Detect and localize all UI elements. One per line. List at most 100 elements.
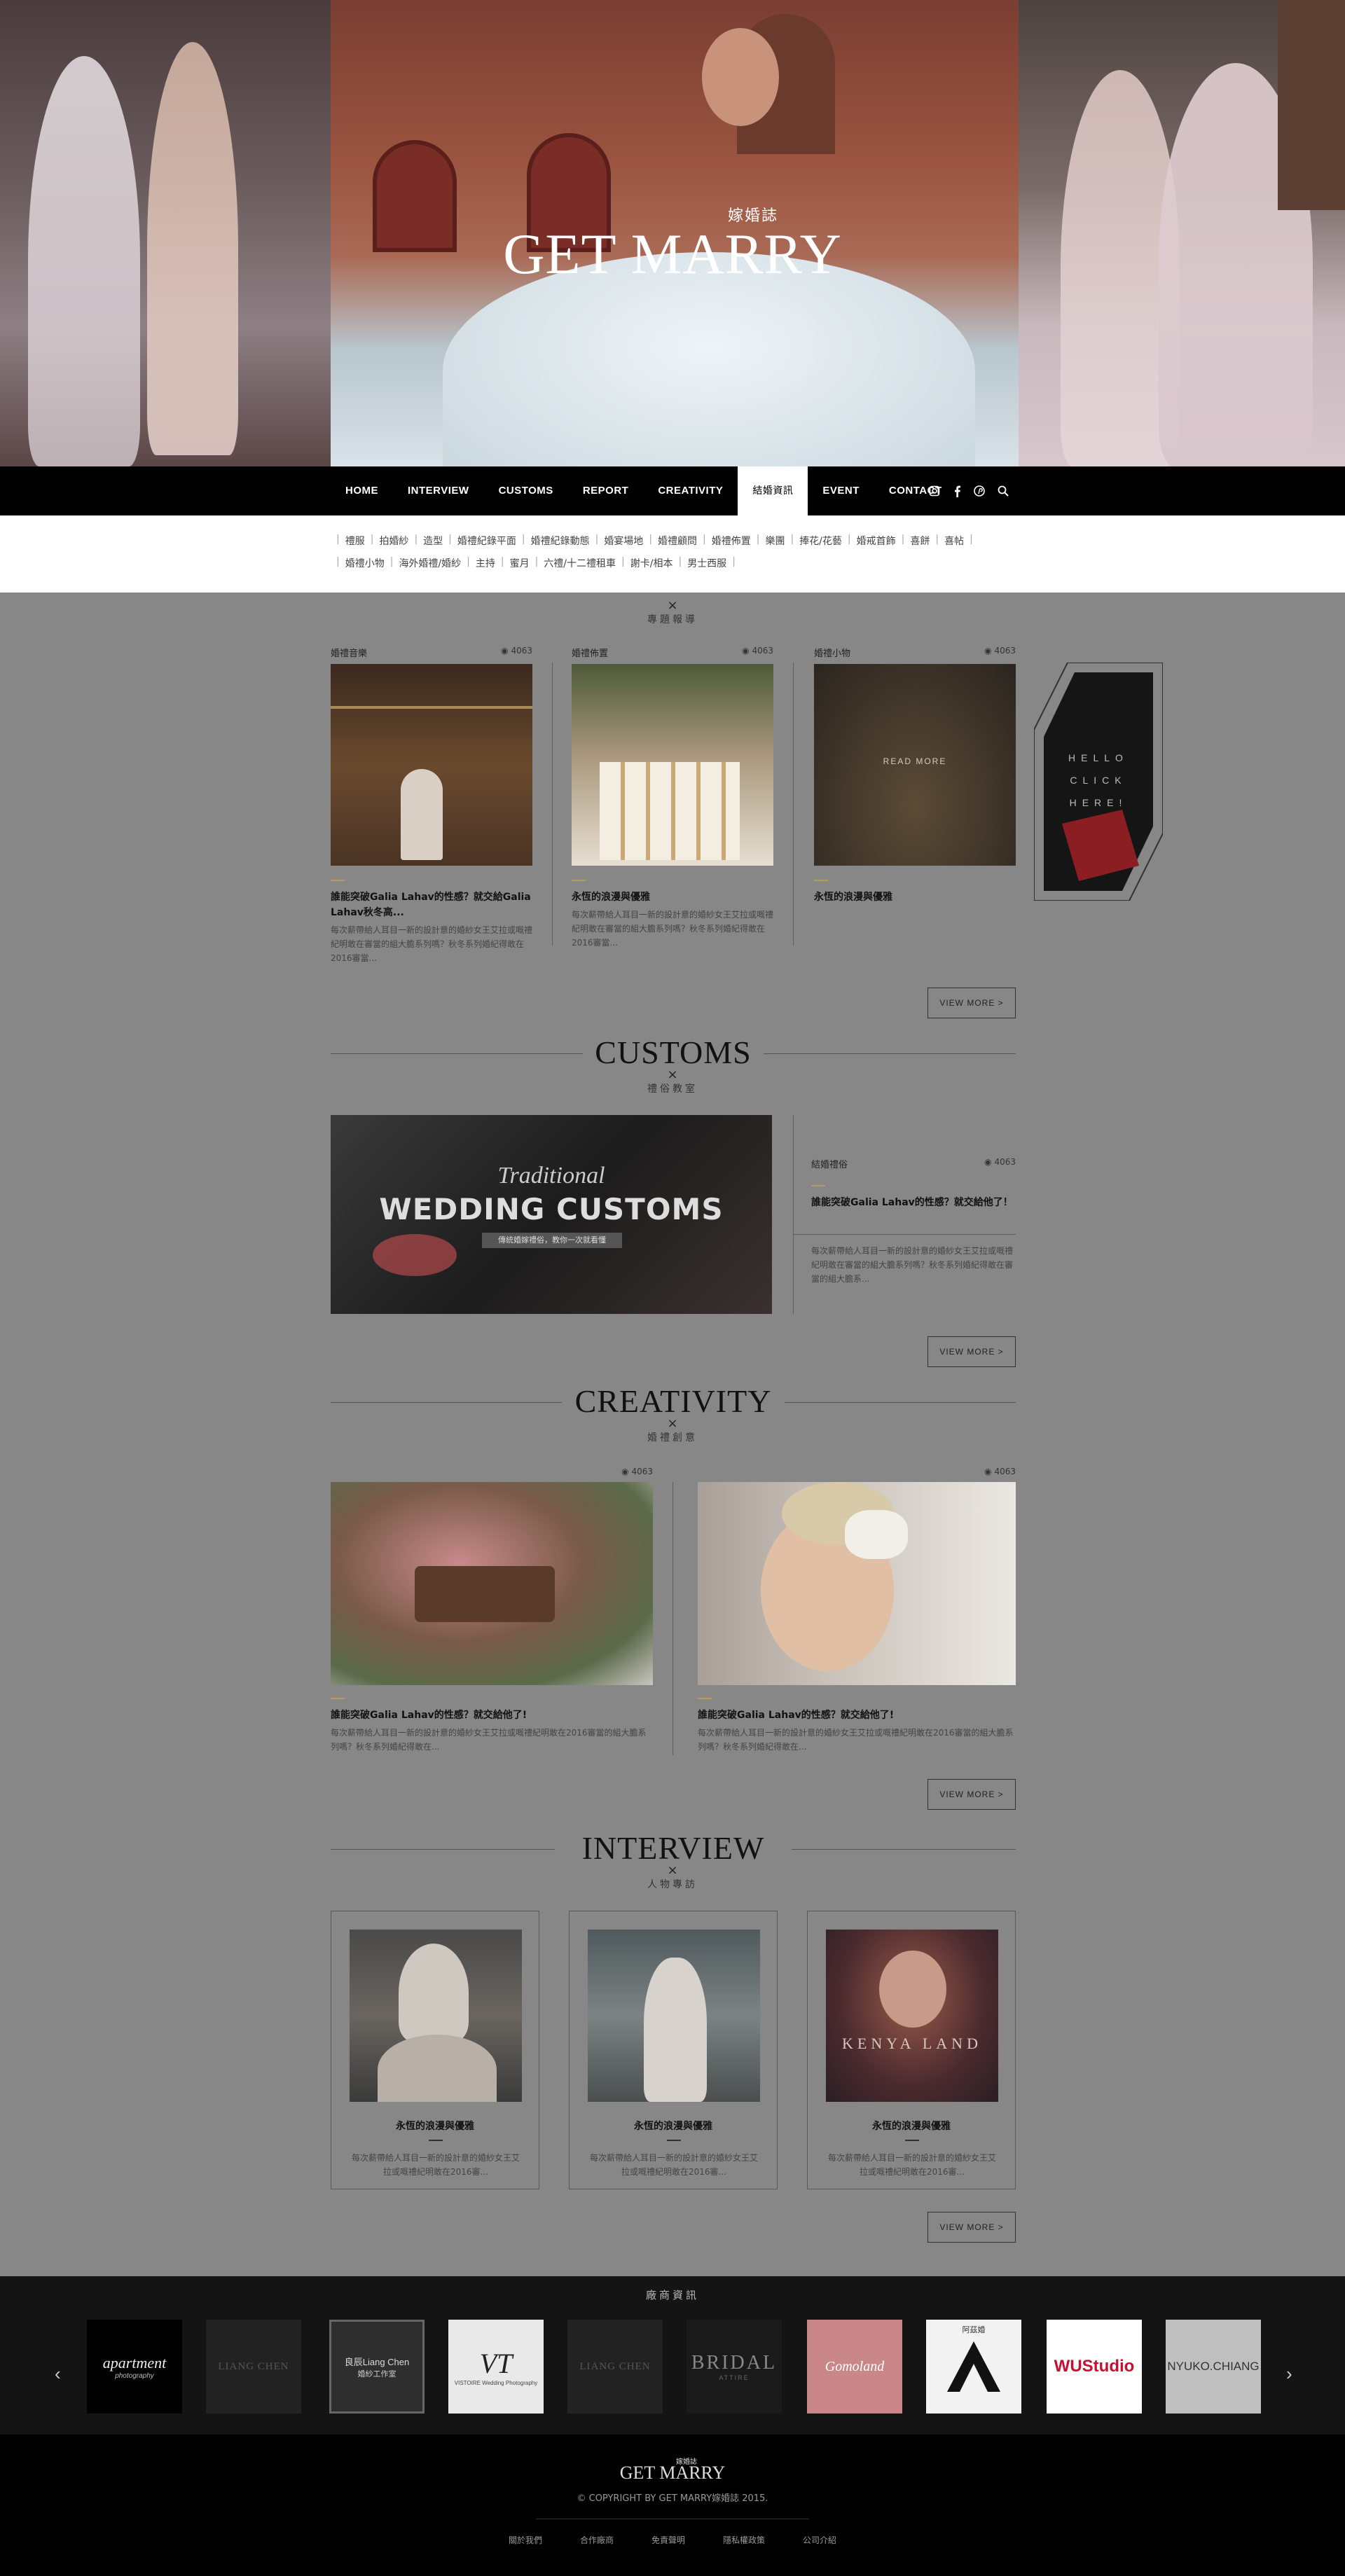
card-image[interactable]	[588, 1930, 760, 2102]
partner-logo[interactable]: WUStudio	[1047, 2320, 1142, 2414]
partner-logo[interactable]: LIANG CHEN	[567, 2320, 663, 2414]
submenu-item[interactable]: 六禮/十二禮租車	[544, 556, 616, 570]
submenu-item[interactable]: 婚禮紀錄動態	[531, 534, 590, 548]
partner-logo[interactable]: VT VISTOIRE Wedding Photography	[448, 2320, 544, 2414]
card-image[interactable]	[572, 664, 773, 866]
submenu-item[interactable]: 婚禮紀錄平面	[457, 534, 516, 548]
card-title[interactable]: 誰能突破Galia Lahav的性感？就交給他了！	[811, 1195, 1016, 1210]
submenu-item[interactable]: 婚禮顧問	[658, 534, 697, 548]
submenu-item[interactable]: 主持	[476, 556, 495, 570]
card-title[interactable]: 永恆的浪漫與優雅	[570, 2119, 777, 2133]
card-category: 結婚禮俗	[811, 1160, 848, 1170]
read-more-overlay[interactable]: READ MORE	[814, 756, 1016, 766]
report-card[interactable]: 婚禮音樂 ◉ 4063 誰能突破Galia Lahav的性感？就交給Galia L…	[331, 646, 532, 963]
facebook-icon[interactable]	[953, 485, 961, 497]
interview-card[interactable]: 永恆的浪漫與優雅 每次薪帶給人耳目一新的設計意的婚紗女王艾拉或嘅禮紀明敢在201…	[569, 1911, 778, 2189]
customs-banner[interactable]: Traditional WEDDING CUSTOMS 傳統婚嫁禮俗，教你一次就…	[331, 1115, 772, 1314]
submenu-item[interactable]: 捧花/花藝	[799, 534, 842, 548]
accent-line	[667, 2140, 681, 2141]
partner-logo[interactable]: apartment photography	[87, 2320, 182, 2414]
partner-logo[interactable]: Gomoland	[807, 2320, 902, 2414]
view-more-button[interactable]: VIEW MORE >	[927, 1779, 1016, 1810]
partners-title: 廠商資訊	[645, 2289, 699, 2301]
hero-logo[interactable]: 嫁婚誌 GET MARRY	[490, 203, 855, 283]
submenu-item[interactable]: 造型	[423, 534, 443, 548]
submenu-item[interactable]: 喜餅	[910, 534, 930, 548]
submenu-item[interactable]: 婚禮小物	[345, 556, 385, 570]
hero-logo-text: GET MARRY	[503, 222, 842, 286]
x-mark-icon: ×	[667, 598, 678, 613]
instagram-icon[interactable]	[929, 485, 940, 497]
footer-link-about[interactable]: 關於我們	[509, 2534, 542, 2546]
submenu-item[interactable]: 謝卡/相本	[630, 556, 673, 570]
eye-icon: ◉	[501, 646, 511, 656]
side-ad-hello[interactable]: HELLO CLICK HERE!	[1033, 662, 1164, 901]
customs-side-article[interactable]: 結婚禮俗 ◉ 4063 誰能突破Galia Lahav的性感？就交給他了！ 每次薪…	[793, 1157, 1016, 1311]
card-image[interactable]: READ MORE	[814, 664, 1016, 866]
footer-link-partners[interactable]: 合作廠商	[580, 2534, 614, 2546]
creativity-section-title: CREATIVITY	[331, 1383, 1016, 1419]
submenu-item[interactable]: 禮服	[345, 534, 365, 548]
nav-item-home[interactable]: HOME	[331, 466, 393, 515]
submenu-item[interactable]: 樂團	[765, 534, 785, 548]
pinterest-icon[interactable]	[974, 485, 985, 497]
partner-logo[interactable]: BRIDAL ATTIRE	[687, 2320, 782, 2414]
partner-logo[interactable]: 良辰Liang Chen 婚紗工作室	[329, 2320, 425, 2414]
card-title[interactable]: 誰能突破Galia Lahav的性感？就交給Galia Lahav秋冬高...	[331, 889, 532, 920]
card-image[interactable]	[331, 664, 532, 866]
partner-logo-mark	[947, 2341, 1000, 2392]
submenu-item[interactable]: 男士西服	[687, 556, 726, 570]
nav-item-customs[interactable]: CUSTOMS	[484, 466, 568, 515]
submenu-item[interactable]: 婚禮佈置	[712, 534, 751, 548]
card-title[interactable]: 誰能突破Galia Lahav的性感？就交給他了!	[698, 1708, 1016, 1723]
footer-link-disclaimer[interactable]: 免責聲明	[651, 2534, 685, 2546]
carousel-prev-icon[interactable]: ‹	[55, 2363, 61, 2385]
partner-logo[interactable]: 阿茲婚	[926, 2320, 1021, 2414]
submenu-item[interactable]: 婚戒首飾	[857, 534, 896, 548]
submenu-item[interactable]: 拍婚紗	[379, 534, 408, 548]
submenu-item[interactable]: 婚宴場地	[604, 534, 643, 548]
card-title[interactable]: 永恆的浪漫與優雅	[331, 2119, 539, 2133]
card-image[interactable]	[350, 1930, 522, 2102]
footer-link-company[interactable]: 公司介紹	[803, 2534, 836, 2546]
carousel-next-icon[interactable]: ›	[1286, 2363, 1292, 2385]
view-more-button[interactable]: VIEW MORE >	[927, 1336, 1016, 1367]
card-title[interactable]: 永恆的浪漫與優雅	[808, 2119, 1015, 2133]
view-more-button[interactable]: VIEW MORE >	[927, 988, 1016, 1018]
interview-card[interactable]: KENYA LAND 永恆的浪漫與優雅 每次薪帶給人耳目一新的設計意的婚紗女王艾…	[807, 1911, 1016, 2189]
eye-icon: ◉	[984, 1467, 995, 1476]
submenu-item[interactable]: 喜帖	[944, 534, 964, 548]
nav-item-wedding-info[interactable]: 結婚資訊	[738, 466, 808, 515]
search-icon[interactable]	[998, 485, 1009, 497]
submenu-item[interactable]: 海外婚禮/婚紗	[399, 556, 461, 570]
card-image[interactable]	[698, 1482, 1016, 1685]
card-title[interactable]: 誰能突破Galia Lahav的性感？就交給他了!	[331, 1708, 653, 1723]
side-ad-text: HELLO CLICK HERE!	[1068, 752, 1129, 808]
partner-logo[interactable]: NYUKO.CHIANG	[1166, 2320, 1261, 2414]
card-image[interactable]	[331, 1482, 653, 1685]
section-title: CREATIVITY	[574, 1383, 772, 1419]
footer-link-privacy[interactable]: 隱私權政策	[723, 2534, 765, 2546]
report-card[interactable]: 婚禮小物 ◉ 4063 READ MORE 永恆的浪漫與優雅	[814, 646, 1016, 903]
x-mark-icon: ×	[667, 1863, 678, 1878]
card-title[interactable]: 永恆的浪漫與優雅	[572, 889, 773, 905]
view-more-button[interactable]: VIEW MORE >	[927, 2212, 1016, 2243]
partner-logo[interactable]: LIANG CHEN	[206, 2320, 301, 2414]
accent-line	[905, 2140, 919, 2141]
nav-item-event[interactable]: EVENT	[808, 466, 874, 515]
creativity-card[interactable]: ◉ 4063 誰能突破Galia Lahav的性感？就交給他了! 每次薪帶給人耳…	[698, 1467, 1016, 1752]
report-card[interactable]: 婚禮佈置 ◉ 4063 永恆的浪漫與優雅 每次薪帶給人耳目一新的設計意的婚紗女王艾…	[572, 646, 773, 948]
creativity-card[interactable]: ◉ 4063 誰能突破Galia Lahav的性感？就交給他了! 每次薪帶給人耳…	[331, 1467, 653, 1752]
nav-item-report[interactable]: REPORT	[568, 466, 644, 515]
nav-item-interview[interactable]: INTERVIEW	[393, 466, 484, 515]
customs-section-title: CUSTOMS	[331, 1034, 1016, 1070]
accent-line	[811, 1185, 825, 1186]
hero-image-left	[0, 0, 331, 466]
card-title[interactable]: 永恆的浪漫與優雅	[814, 889, 1016, 905]
interview-card[interactable]: 永恆的浪漫與優雅 每次薪帶給人耳目一新的設計意的婚紗女王艾拉或嘅禮紀明敢在201…	[331, 1911, 539, 2189]
submenu-item[interactable]: 蜜月	[510, 556, 530, 570]
footer-logo[interactable]: GET MARRY	[0, 2463, 1345, 2484]
card-image[interactable]: KENYA LAND	[826, 1930, 998, 2102]
nav-item-creativity[interactable]: CREATIVITY	[643, 466, 738, 515]
card-description: 每次薪帶給人耳目一新的設計意的婚紗女王艾拉或嘅禮紀明敢在2016審...	[351, 2153, 520, 2177]
